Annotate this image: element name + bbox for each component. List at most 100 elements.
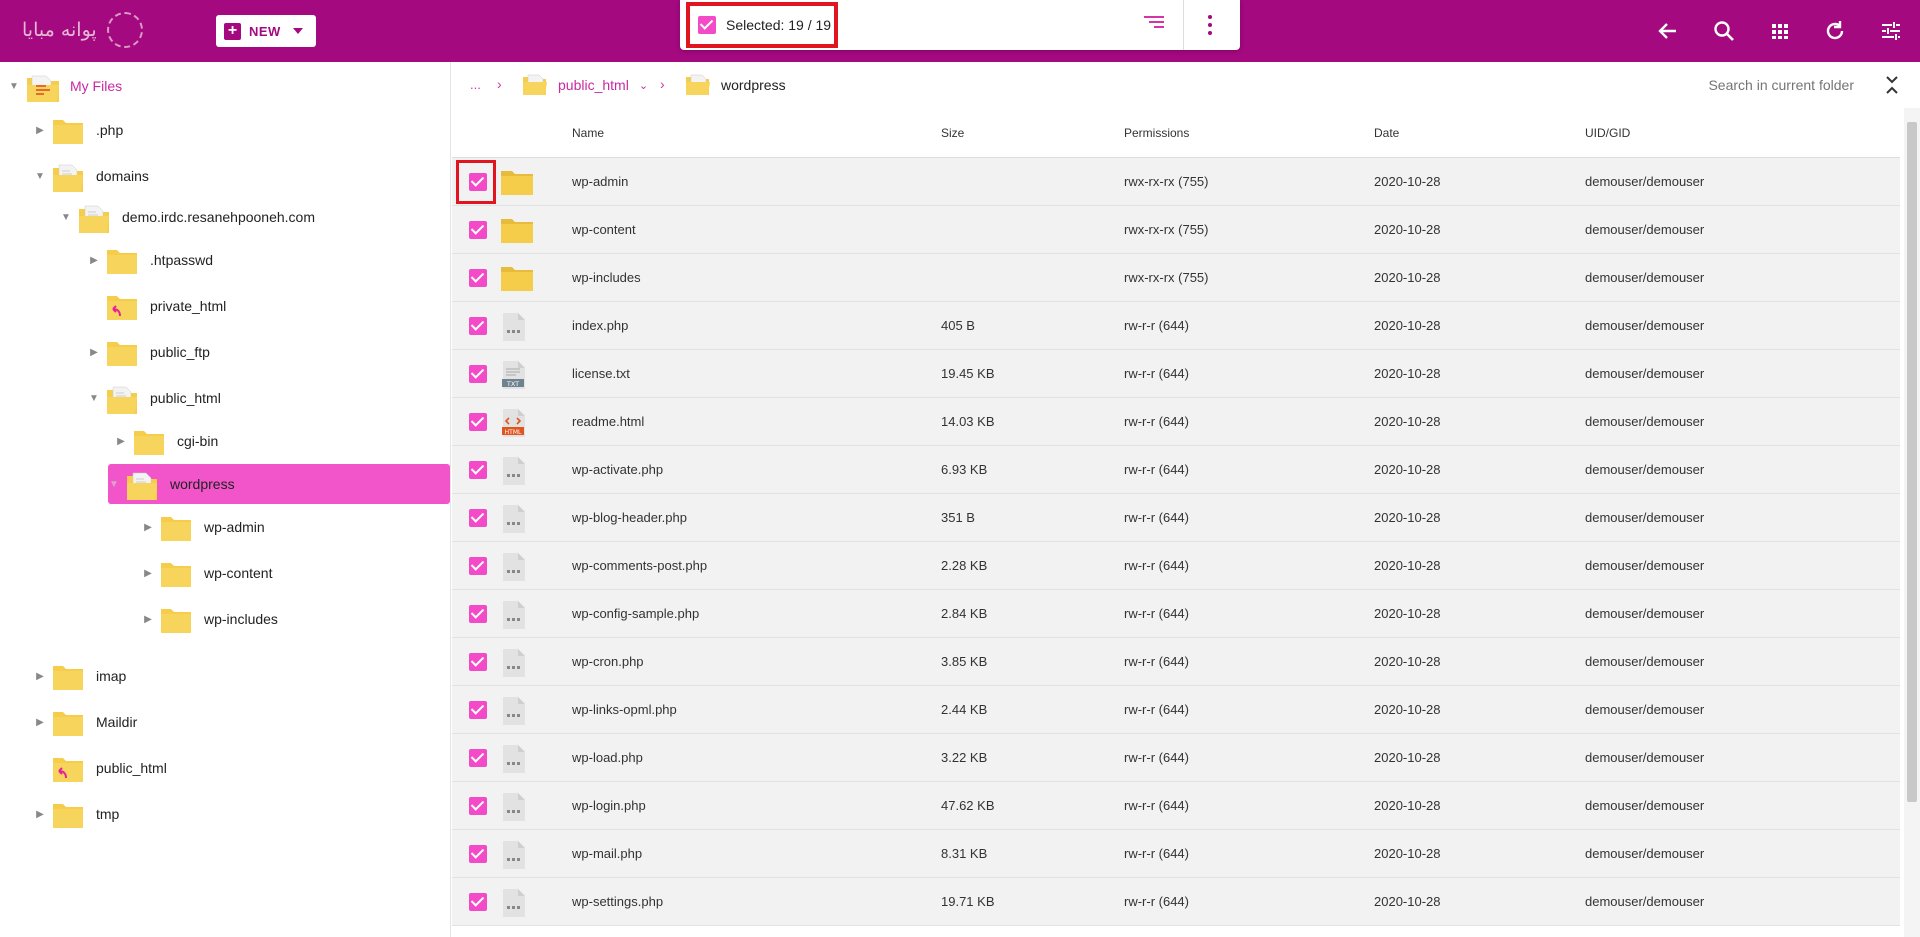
cell-name[interactable]: wp-includes: [572, 270, 641, 285]
column-header-size[interactable]: Size: [941, 126, 964, 140]
caret-down-icon[interactable]: ▼: [60, 212, 72, 223]
tree-item-public-html[interactable]: ▼ public_html: [88, 378, 221, 418]
file-row[interactable]: wp-load.php 3.22 KB rw-r-r (644) 2020-10-28…: [452, 734, 1900, 782]
file-row[interactable]: wp-blog-header.php 351 B rw-r-r (644) 2020-…: [452, 494, 1900, 542]
settings-sliders-icon[interactable]: [1877, 17, 1905, 45]
tree-item-my-files[interactable]: ▼ My Files: [8, 66, 428, 106]
cell-name[interactable]: license.txt: [572, 366, 630, 381]
sort-icon[interactable]: [1144, 16, 1164, 32]
tree-item-wordpress[interactable]: ▼ wordpress: [108, 464, 450, 504]
caret-right-icon[interactable]: ▶: [142, 522, 154, 533]
tree-item-public-html[interactable]: public_html: [34, 748, 167, 788]
column-header-name[interactable]: Name: [572, 126, 604, 140]
row-checkbox[interactable]: [469, 269, 487, 287]
cell-name[interactable]: wp-cron.php: [572, 654, 644, 669]
caret-right-icon[interactable]: ▶: [142, 568, 154, 579]
caret-right-icon[interactable]: ▶: [34, 671, 46, 682]
file-row[interactable]: wp-content rwx-rx-rx (755) 2020-10-28 demou…: [452, 206, 1900, 254]
caret-right-icon[interactable]: ▶: [88, 347, 100, 358]
row-checkbox[interactable]: [469, 653, 487, 671]
refresh-icon[interactable]: [1821, 17, 1849, 45]
search-input[interactable]: [1452, 72, 1872, 98]
cell-name[interactable]: wp-mail.php: [572, 846, 642, 861]
select-all-checkbox[interactable]: [698, 16, 716, 34]
caret-right-icon[interactable]: ▶: [34, 809, 46, 820]
row-checkbox[interactable]: [469, 365, 487, 383]
file-row[interactable]: wp-cron.php 3.85 KB rw-r-r (644) 2020-10-28…: [452, 638, 1900, 686]
caret-down-icon[interactable]: ▼: [108, 479, 120, 490]
row-checkbox[interactable]: [469, 173, 487, 191]
cell-name[interactable]: index.php: [572, 318, 628, 333]
cell-name[interactable]: wp-settings.php: [572, 894, 663, 909]
file-row[interactable]: wp-links-opml.php 2.44 KB rw-r-r (644) 2020…: [452, 686, 1900, 734]
tree-item-php[interactable]: ▶ .php: [34, 110, 123, 150]
breadcrumb-wordpress[interactable]: wordpress: [685, 70, 786, 100]
tree-item-public-ftp[interactable]: ▶ public_ftp: [88, 332, 210, 372]
breadcrumb-public-html[interactable]: public_html ⌄: [522, 70, 648, 100]
cell-name[interactable]: wp-blog-header.php: [572, 510, 687, 525]
caret-right-icon[interactable]: ▶: [34, 125, 46, 136]
cell-name[interactable]: wp-config-sample.php: [572, 606, 699, 621]
tree-item-cgi-bin[interactable]: ▶ cgi-bin: [115, 421, 218, 461]
caret-right-icon[interactable]: ▶: [88, 255, 100, 266]
caret-down-icon[interactable]: ▼: [34, 171, 46, 182]
row-checkbox[interactable]: [469, 605, 487, 623]
row-checkbox[interactable]: [469, 557, 487, 575]
file-row[interactable]: HTML readme.html 14.03 KB rw-r-r (644) 2020-…: [452, 398, 1900, 446]
back-arrow-icon[interactable]: [1654, 17, 1682, 45]
cell-name[interactable]: wp-activate.php: [572, 462, 663, 477]
row-checkbox[interactable]: [469, 893, 487, 911]
cell-name[interactable]: wp-admin: [572, 174, 628, 189]
cell-name[interactable]: wp-links-opml.php: [572, 702, 677, 717]
row-checkbox[interactable]: [469, 797, 487, 815]
tree-item-domains[interactable]: ▼ domains: [34, 156, 149, 196]
row-checkbox[interactable]: [469, 701, 487, 719]
file-row[interactable]: wp-admin rwx-rx-rx (755) 2020-10-28 demouse…: [452, 158, 1900, 206]
file-row[interactable]: wp-config-sample.php 2.84 KB rw-r-r (644) 2…: [452, 590, 1900, 638]
caret-right-icon[interactable]: ▶: [34, 717, 46, 728]
row-checkbox[interactable]: [469, 221, 487, 239]
more-vert-icon[interactable]: [1207, 15, 1213, 35]
file-row[interactable]: wp-comments-post.php 2.28 KB rw-r-r (644) 2…: [452, 542, 1900, 590]
row-checkbox[interactable]: [469, 461, 487, 479]
grid-view-icon[interactable]: [1766, 17, 1794, 45]
tree-item-maildir[interactable]: ▶ Maildir: [34, 702, 137, 742]
file-row[interactable]: wp-mail.php 8.31 KB rw-r-r (644) 2020-10-28…: [452, 830, 1900, 878]
column-header-uid-gid[interactable]: UID/GID: [1585, 126, 1630, 140]
scrollbar-thumb[interactable]: [1907, 122, 1917, 802]
row-checkbox[interactable]: [469, 509, 487, 527]
tree-item-tmp[interactable]: ▶ tmp: [34, 794, 119, 834]
tree-item-demo-irdc-resanehpooneh-com[interactable]: ▼ demo.irdc.resanehpooneh.com: [60, 197, 315, 237]
file-row[interactable]: wp-includes rwx-rx-rx (755) 2020-10-28 demo…: [452, 254, 1900, 302]
caret-right-icon[interactable]: ▶: [142, 614, 154, 625]
breadcrumb-ellipsis[interactable]: ...: [470, 77, 481, 92]
new-button[interactable]: + NEW: [216, 15, 316, 47]
column-header-date[interactable]: Date: [1374, 126, 1399, 140]
tree-item-private-html[interactable]: private_html: [88, 286, 226, 326]
caret-right-icon[interactable]: ▶: [115, 436, 127, 447]
file-row[interactable]: wp-activate.php 6.93 KB rw-r-r (644) 2020-1…: [452, 446, 1900, 494]
row-checkbox[interactable]: [469, 749, 487, 767]
row-checkbox[interactable]: [469, 845, 487, 863]
file-row[interactable]: wp-settings.php 19.71 KB rw-r-r (644) 2020-…: [452, 878, 1900, 926]
caret-down-icon[interactable]: ▼: [88, 393, 100, 404]
row-checkbox[interactable]: [469, 317, 487, 335]
row-checkbox[interactable]: [469, 413, 487, 431]
cell-name[interactable]: wp-comments-post.php: [572, 558, 707, 573]
caret-down-icon[interactable]: ▼: [8, 81, 20, 92]
column-header-permissions[interactable]: Permissions: [1124, 126, 1189, 140]
cell-name[interactable]: readme.html: [572, 414, 644, 429]
chevron-down-icon[interactable]: ⌄: [639, 79, 648, 92]
search-icon[interactable]: [1710, 17, 1738, 45]
cell-name[interactable]: wp-login.php: [572, 798, 646, 813]
tree-item-wp-includes[interactable]: ▶ wp-includes: [142, 599, 278, 639]
collapse-icon[interactable]: [1882, 74, 1902, 96]
file-row[interactable]: TXT license.txt 19.45 KB rw-r-r (644) 2020-1…: [452, 350, 1900, 398]
tree-item-imap[interactable]: ▶ imap: [34, 656, 126, 696]
tree-item-htpasswd[interactable]: ▶ .htpasswd: [88, 240, 213, 280]
cell-name[interactable]: wp-content: [572, 222, 636, 237]
tree-item-wp-admin[interactable]: ▶ wp-admin: [142, 507, 265, 547]
file-row[interactable]: index.php 405 B rw-r-r (644) 2020-10-28 demo…: [452, 302, 1900, 350]
file-row[interactable]: wp-login.php 47.62 KB rw-r-r (644) 2020-10-…: [452, 782, 1900, 830]
tree-item-wp-content[interactable]: ▶ wp-content: [142, 553, 272, 593]
